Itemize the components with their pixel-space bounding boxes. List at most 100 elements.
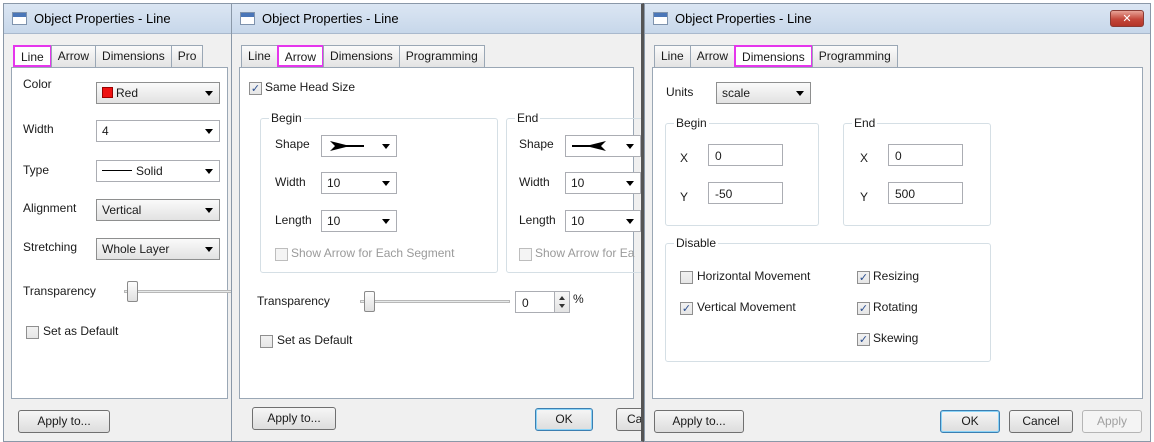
end-length-dropdown[interactable]: 10 bbox=[565, 210, 641, 232]
begin-y-field[interactable]: -50 bbox=[708, 182, 783, 204]
ok-button[interactable]: OK bbox=[535, 408, 593, 431]
transparency-spinner[interactable] bbox=[554, 291, 570, 313]
red-swatch-icon bbox=[102, 87, 113, 98]
width-value: 4 bbox=[102, 124, 109, 138]
set-default-checkbox[interactable] bbox=[260, 335, 273, 348]
chevron-down-icon bbox=[382, 219, 390, 224]
stretching-label: Stretching bbox=[23, 240, 78, 254]
same-head-size-label: Same Head Size bbox=[265, 80, 356, 94]
chevron-down-icon bbox=[796, 91, 804, 96]
end-x-field[interactable]: 0 bbox=[888, 144, 963, 166]
tab-panel: Units scale Begin X 0 Y -50 End X 0 Y 50… bbox=[652, 67, 1143, 399]
transparency-slider-thumb[interactable] bbox=[364, 291, 375, 312]
end-shape-dropdown[interactable] bbox=[565, 135, 641, 157]
dialog-arrow-tab: Object Properties - Line Line Arrow Dimens… bbox=[231, 3, 644, 442]
title-bar[interactable]: Object Properties - Line bbox=[232, 4, 641, 34]
cancel-button[interactable]: Cancel bbox=[1009, 410, 1073, 433]
chevron-down-icon bbox=[205, 129, 213, 134]
window-title: Object Properties - Line bbox=[675, 11, 812, 26]
tab-programming[interactable]: Programming bbox=[811, 45, 898, 67]
begin-width-dropdown[interactable]: 10 bbox=[321, 172, 397, 194]
disable-group-title: Disable bbox=[674, 236, 719, 250]
tab-panel: ✓ Same Head Size Begin Shape Width 10 Le… bbox=[239, 67, 641, 399]
units-value: scale bbox=[722, 86, 751, 100]
begin-length-dropdown[interactable]: 10 bbox=[321, 210, 397, 232]
begin-length-value: 10 bbox=[327, 214, 341, 228]
tab-line[interactable]: Line bbox=[241, 45, 278, 67]
transparency-slider-track[interactable] bbox=[124, 290, 235, 293]
begin-show-arrow-checkbox[interactable] bbox=[275, 248, 288, 261]
same-head-size-checkbox[interactable]: ✓ bbox=[249, 82, 262, 95]
line-type-dropdown[interactable]: Solid bbox=[96, 160, 220, 182]
type-value: Solid bbox=[136, 164, 163, 178]
title-bar[interactable]: Object Properties - Line ✕ bbox=[645, 4, 1150, 34]
cancel-button[interactable]: Can bbox=[616, 408, 641, 431]
stretching-dropdown[interactable]: Whole Layer bbox=[96, 238, 220, 260]
set-default-checkbox[interactable] bbox=[26, 326, 39, 339]
apply-to-button[interactable]: Apply to... bbox=[654, 410, 744, 433]
end-length-value: 10 bbox=[571, 214, 585, 228]
end-width-dropdown[interactable]: 10 bbox=[565, 172, 641, 194]
ok-button[interactable]: OK bbox=[940, 410, 1000, 433]
vertical-movement-checkbox[interactable]: ✓ bbox=[680, 302, 693, 315]
apply-button[interactable]: Apply bbox=[1082, 410, 1142, 433]
dialog-line-tab: Object Properties - Line Line Arrow Dimens… bbox=[3, 3, 236, 442]
skewing-checkbox[interactable]: ✓ bbox=[857, 333, 870, 346]
horizontal-movement-checkbox[interactable] bbox=[680, 271, 693, 284]
units-dropdown[interactable]: scale bbox=[716, 82, 811, 104]
begin-shape-label: Shape bbox=[275, 137, 310, 151]
end-show-arrow-checkbox[interactable] bbox=[519, 248, 532, 261]
tab-programming[interactable]: Programming bbox=[398, 45, 485, 67]
tab-panel: Color Red Width 4 Type Solid Alignment V… bbox=[11, 67, 235, 399]
tab-line[interactable]: Line bbox=[654, 45, 691, 67]
transparency-value-field[interactable]: 0 bbox=[515, 291, 555, 313]
tab-dimensions[interactable]: Dimensions bbox=[95, 45, 172, 67]
width-dropdown[interactable]: 4 bbox=[96, 120, 220, 142]
tab-strip: Line Arrow Dimensions Programming bbox=[654, 45, 898, 67]
apply-to-button[interactable]: Apply to... bbox=[18, 410, 110, 433]
rotating-checkbox[interactable]: ✓ bbox=[857, 302, 870, 315]
vertical-movement-label: Vertical Movement bbox=[697, 300, 796, 314]
transparency-slider-thumb[interactable] bbox=[127, 281, 138, 302]
color-label: Color bbox=[23, 77, 52, 91]
set-default-label: Set as Default bbox=[43, 324, 119, 338]
tab-arrow[interactable]: Arrow bbox=[50, 45, 97, 67]
tab-arrow[interactable]: Arrow bbox=[276, 45, 325, 67]
window-icon bbox=[12, 12, 27, 25]
end-y-field[interactable]: 500 bbox=[888, 182, 963, 204]
begin-group: Begin X 0 Y -50 bbox=[665, 116, 819, 226]
chevron-down-icon bbox=[205, 91, 213, 96]
horizontal-movement-label: Horizontal Movement bbox=[697, 269, 811, 283]
alignment-dropdown[interactable]: Vertical bbox=[96, 199, 220, 221]
alignment-value: Vertical bbox=[102, 203, 142, 217]
tab-strip: Line Arrow Dimensions Pro bbox=[13, 45, 204, 67]
disable-group: Disable Horizontal Movement ✓ Vertical M… bbox=[665, 236, 991, 362]
tab-arrow[interactable]: Arrow bbox=[689, 45, 736, 67]
tab-line[interactable]: Line bbox=[13, 45, 52, 67]
close-icon[interactable]: ✕ bbox=[1110, 10, 1144, 27]
transparency-slider-track[interactable] bbox=[360, 300, 510, 303]
end-length-label: Length bbox=[519, 213, 556, 227]
color-value: Red bbox=[116, 86, 139, 100]
width-label: Width bbox=[23, 122, 54, 136]
resizing-checkbox[interactable]: ✓ bbox=[857, 271, 870, 284]
color-dropdown[interactable]: Red bbox=[96, 82, 220, 104]
end-width-value: 10 bbox=[571, 176, 585, 190]
title-bar[interactable]: Object Properties - Line bbox=[4, 4, 235, 34]
tab-strip: Line Arrow Dimensions Programming bbox=[241, 45, 485, 67]
end-group-title: End bbox=[852, 116, 878, 130]
begin-width-value: 10 bbox=[327, 176, 341, 190]
units-label: Units bbox=[666, 85, 694, 99]
tab-programming[interactable]: Pro bbox=[170, 45, 204, 67]
apply-to-button[interactable]: Apply to... bbox=[252, 407, 336, 430]
begin-shape-dropdown[interactable] bbox=[321, 135, 397, 157]
tab-dimensions[interactable]: Dimensions bbox=[323, 45, 400, 67]
arrow-head-end-icon bbox=[572, 141, 606, 151]
set-default-label: Set as Default bbox=[277, 333, 353, 347]
begin-x-field[interactable]: 0 bbox=[708, 144, 783, 166]
transparency-label: Transparency bbox=[23, 284, 96, 298]
chevron-down-icon bbox=[382, 144, 390, 149]
tab-dimensions[interactable]: Dimensions bbox=[734, 45, 813, 67]
chevron-down-icon bbox=[205, 169, 213, 174]
end-x-label: X bbox=[860, 151, 869, 165]
